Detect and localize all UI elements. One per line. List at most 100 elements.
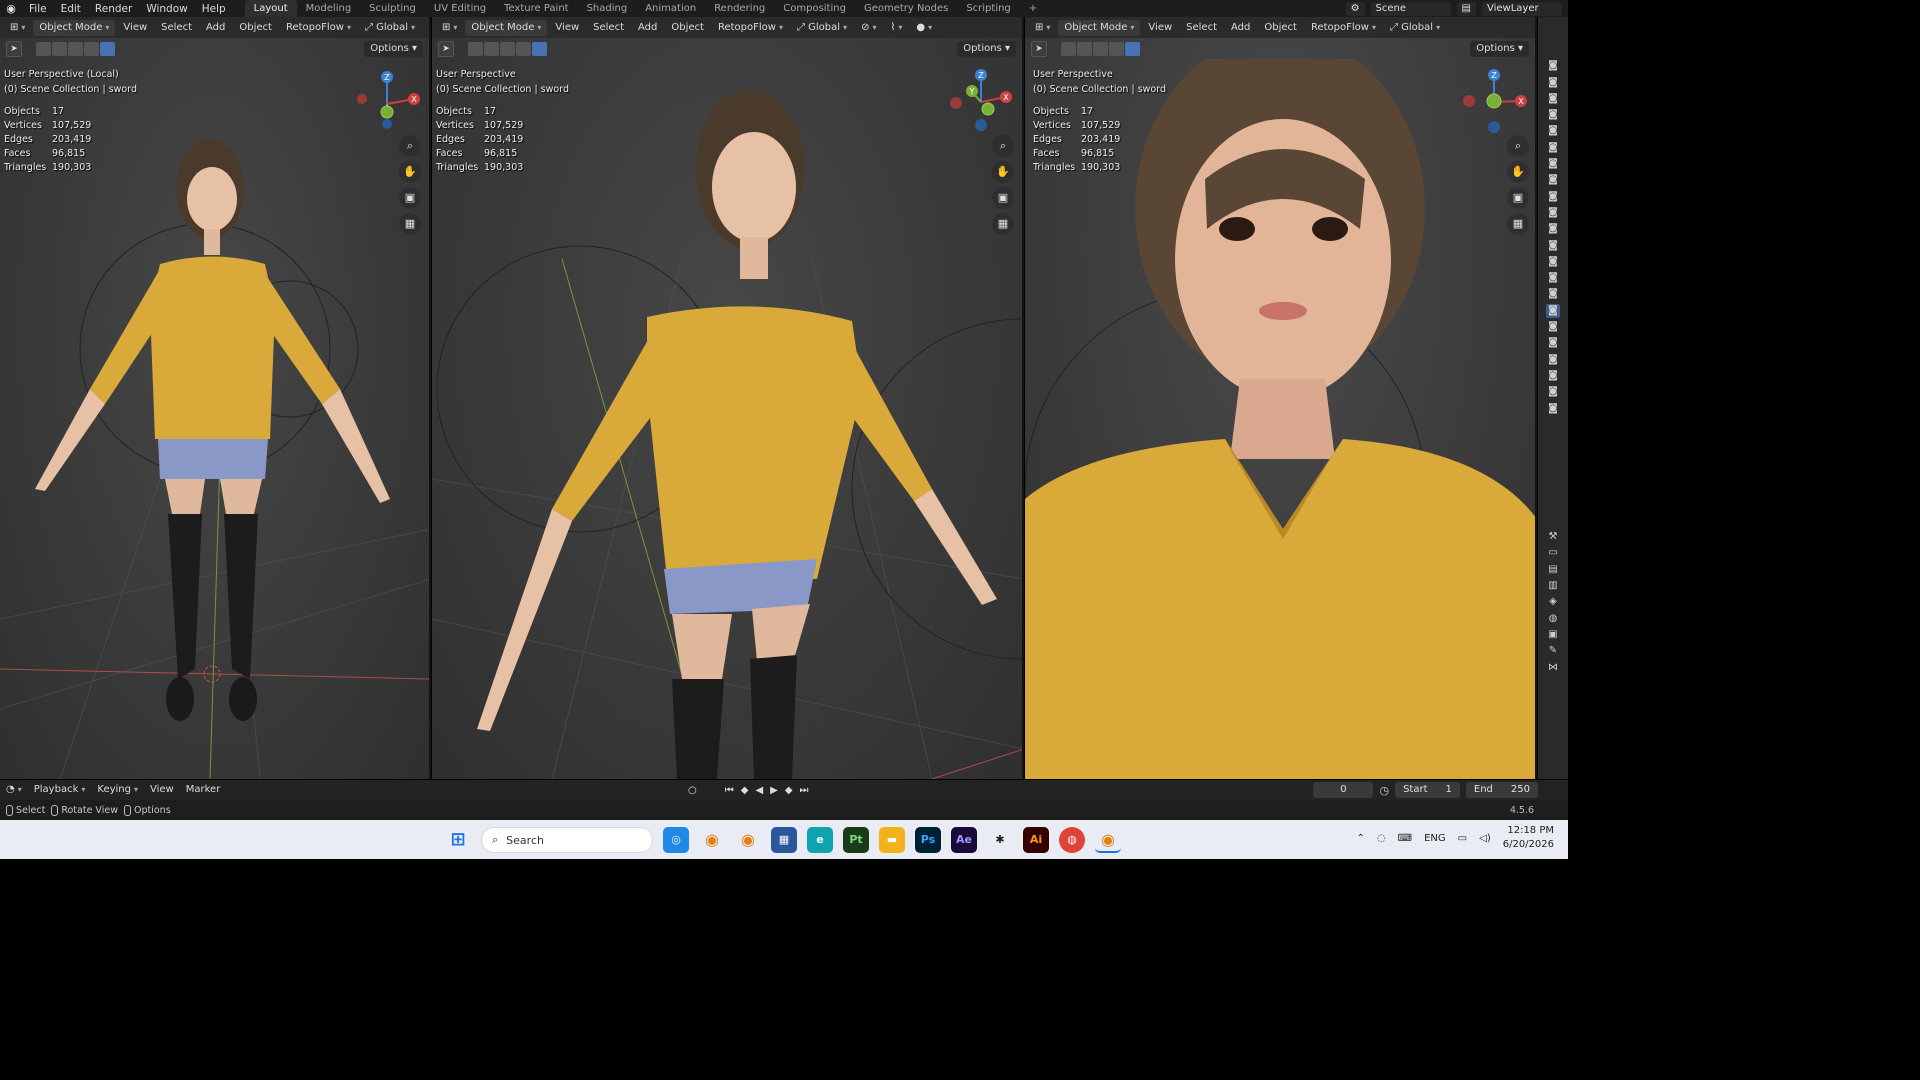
camera-icon[interactable]: ◙	[1546, 239, 1560, 253]
scene-properties-icon[interactable]: ◈	[1546, 595, 1560, 609]
selection-modes[interactable]	[468, 42, 547, 56]
play-icon[interactable]: ▶	[770, 785, 778, 796]
menu-object[interactable]: Object	[1258, 20, 1303, 36]
camera-icon[interactable]: ◙	[1546, 59, 1560, 73]
modifier-wrench-icon[interactable]: ✎	[1546, 644, 1560, 658]
menu-edit[interactable]: Edit	[54, 3, 88, 15]
navigation-gizmo[interactable]: Z X Y	[946, 67, 1016, 137]
camera-icon[interactable]: ◙	[1546, 173, 1560, 187]
view-layer-icon[interactable]: ▥	[1546, 579, 1560, 593]
selection-modes[interactable]	[1061, 42, 1140, 56]
mode-dropdown[interactable]: Object Mode ▾	[465, 19, 548, 36]
tab-modeling[interactable]: Modeling	[297, 0, 361, 17]
blender-logo-icon[interactable]: ◉	[0, 2, 22, 15]
next-keyframe-icon[interactable]: ◆	[785, 785, 793, 796]
app-icon-folder[interactable]: ▬	[879, 827, 905, 853]
camera-icon[interactable]: ◙	[1546, 353, 1560, 367]
select-tool-icon[interactable]: ➤	[1031, 41, 1047, 57]
app-icon-blender-active[interactable]: ◉	[1095, 827, 1121, 853]
menu-view[interactable]: View	[549, 20, 585, 36]
viewport-middle[interactable]: ⊞ ▾ Object Mode ▾ View Select Add Object R…	[432, 17, 1024, 779]
menu-window[interactable]: Window	[139, 3, 194, 15]
camera-icon[interactable]: ◙	[1546, 402, 1560, 416]
orientation-dropdown[interactable]: ⤢ Global ▾	[791, 20, 853, 36]
navigation-gizmo[interactable]: Z X	[352, 69, 422, 139]
tab-uv-editing[interactable]: UV Editing	[425, 0, 495, 17]
camera-icon[interactable]: ◙	[1546, 369, 1560, 383]
camera-icon[interactable]: ◙	[1546, 385, 1560, 399]
camera-icon[interactable]: ◙	[1546, 255, 1560, 269]
select-tool-icon[interactable]: ➤	[6, 41, 22, 57]
end-frame-field[interactable]: End 250	[1465, 782, 1538, 798]
app-icon-blender-2[interactable]: ◉	[735, 827, 761, 853]
navigation-gizmo[interactable]: Z X	[1459, 67, 1529, 137]
options-dropdown[interactable]: Options ▾	[1470, 41, 1529, 57]
output-properties-icon[interactable]: ▤	[1546, 563, 1560, 577]
app-icon-chrome[interactable]: ◍	[1059, 827, 1085, 853]
pan-hand-icon[interactable]: ✋	[1507, 161, 1529, 183]
viewport-left[interactable]: ⊞ ▾ Object Mode ▾ View Select Add Object R…	[0, 17, 431, 779]
current-frame-field[interactable]: 0	[1313, 782, 1374, 798]
timeline-editor-icon[interactable]: ◔ ▾	[0, 782, 28, 798]
camera-icon[interactable]: ◙	[1546, 92, 1560, 106]
snap-icon[interactable]: ⌇ ▾	[884, 20, 908, 36]
app-icon-edge[interactable]: e	[807, 827, 833, 853]
object-properties-icon[interactable]: ▣	[1546, 628, 1560, 642]
keyboard-icon[interactable]: ⌨	[1398, 833, 1412, 844]
retopoflow-menu[interactable]: RetopoFlow ▾	[280, 20, 357, 36]
world-properties-icon[interactable]: ◍	[1546, 612, 1560, 626]
app-icon-painter[interactable]: Pt	[843, 827, 869, 853]
jump-start-icon[interactable]: ⏮	[725, 785, 734, 796]
menu-view[interactable]: View	[117, 20, 153, 36]
play-reverse-icon[interactable]: ◀	[755, 785, 763, 796]
render-properties-icon[interactable]: ▭	[1546, 546, 1560, 560]
zoom-icon[interactable]: ⌕	[992, 135, 1014, 157]
tab-layout[interactable]: Layout	[244, 0, 297, 17]
tab-animation[interactable]: Animation	[636, 0, 705, 17]
retopoflow-menu[interactable]: RetopoFlow ▾	[1305, 20, 1382, 36]
camera-icon[interactable]: ◙	[1546, 320, 1560, 334]
tab-scripting[interactable]: Scripting	[957, 0, 1019, 17]
tray-app-icon[interactable]: ◌	[1377, 833, 1386, 844]
orientation-dropdown[interactable]: ⤢ Global ▾	[359, 20, 421, 36]
menu-select[interactable]: Select	[1180, 20, 1223, 36]
prev-keyframe-icon[interactable]: ◆	[741, 785, 749, 796]
tab-rendering[interactable]: Rendering	[705, 0, 774, 17]
menu-add[interactable]: Add	[200, 20, 231, 36]
ortho-grid-icon[interactable]: ▦	[992, 213, 1014, 235]
menu-select[interactable]: Select	[155, 20, 198, 36]
proportional-edit-icon[interactable]: ● ▾	[910, 20, 938, 36]
options-dropdown[interactable]: Options ▾	[364, 41, 423, 57]
app-icon-after-effects[interactable]: Ae	[951, 827, 977, 853]
pan-hand-icon[interactable]: ✋	[992, 161, 1014, 183]
jump-end-icon[interactable]: ⏭	[800, 785, 809, 796]
tab-compositing[interactable]: Compositing	[774, 0, 855, 17]
scene-name[interactable]: Scene	[1370, 1, 1451, 16]
tab-geometry-nodes[interactable]: Geometry Nodes	[855, 0, 957, 17]
view-layer-name[interactable]: ViewLayer	[1482, 1, 1562, 16]
tab-shading[interactable]: Shading	[578, 0, 637, 17]
menu-object[interactable]: Object	[233, 20, 278, 36]
camera-icon[interactable]: ◙	[1546, 271, 1560, 285]
retopoflow-menu[interactable]: RetopoFlow ▾	[712, 20, 789, 36]
view-layer-icon[interactable]: ▤	[1456, 1, 1476, 16]
select-tool-icon[interactable]: ➤	[438, 41, 454, 57]
windows-start-icon[interactable]: ⊞	[445, 827, 471, 853]
constraints-icon[interactable]: ⋈	[1546, 661, 1560, 675]
zoom-icon[interactable]: ⌕	[399, 135, 421, 157]
camera-icon[interactable]: ◙	[1546, 190, 1560, 204]
ortho-grid-icon[interactable]: ▦	[399, 213, 421, 235]
marker-menu[interactable]: Marker	[180, 782, 227, 798]
menu-object[interactable]: Object	[665, 20, 710, 36]
menu-view[interactable]: View	[1142, 20, 1178, 36]
menu-file[interactable]: File	[22, 3, 54, 15]
pan-hand-icon[interactable]: ✋	[399, 161, 421, 183]
camera-view-icon[interactable]: ▣	[992, 187, 1014, 209]
app-icon-zbrush[interactable]: ✱	[987, 827, 1013, 853]
keying-menu[interactable]: Keying ▾	[91, 782, 144, 798]
playback-menu[interactable]: Playback ▾	[28, 782, 92, 798]
ortho-grid-icon[interactable]: ▦	[1507, 213, 1529, 235]
selection-modes[interactable]	[36, 42, 115, 56]
tab-texture-paint[interactable]: Texture Paint	[495, 0, 578, 17]
camera-icon[interactable]: ◙	[1546, 222, 1560, 236]
